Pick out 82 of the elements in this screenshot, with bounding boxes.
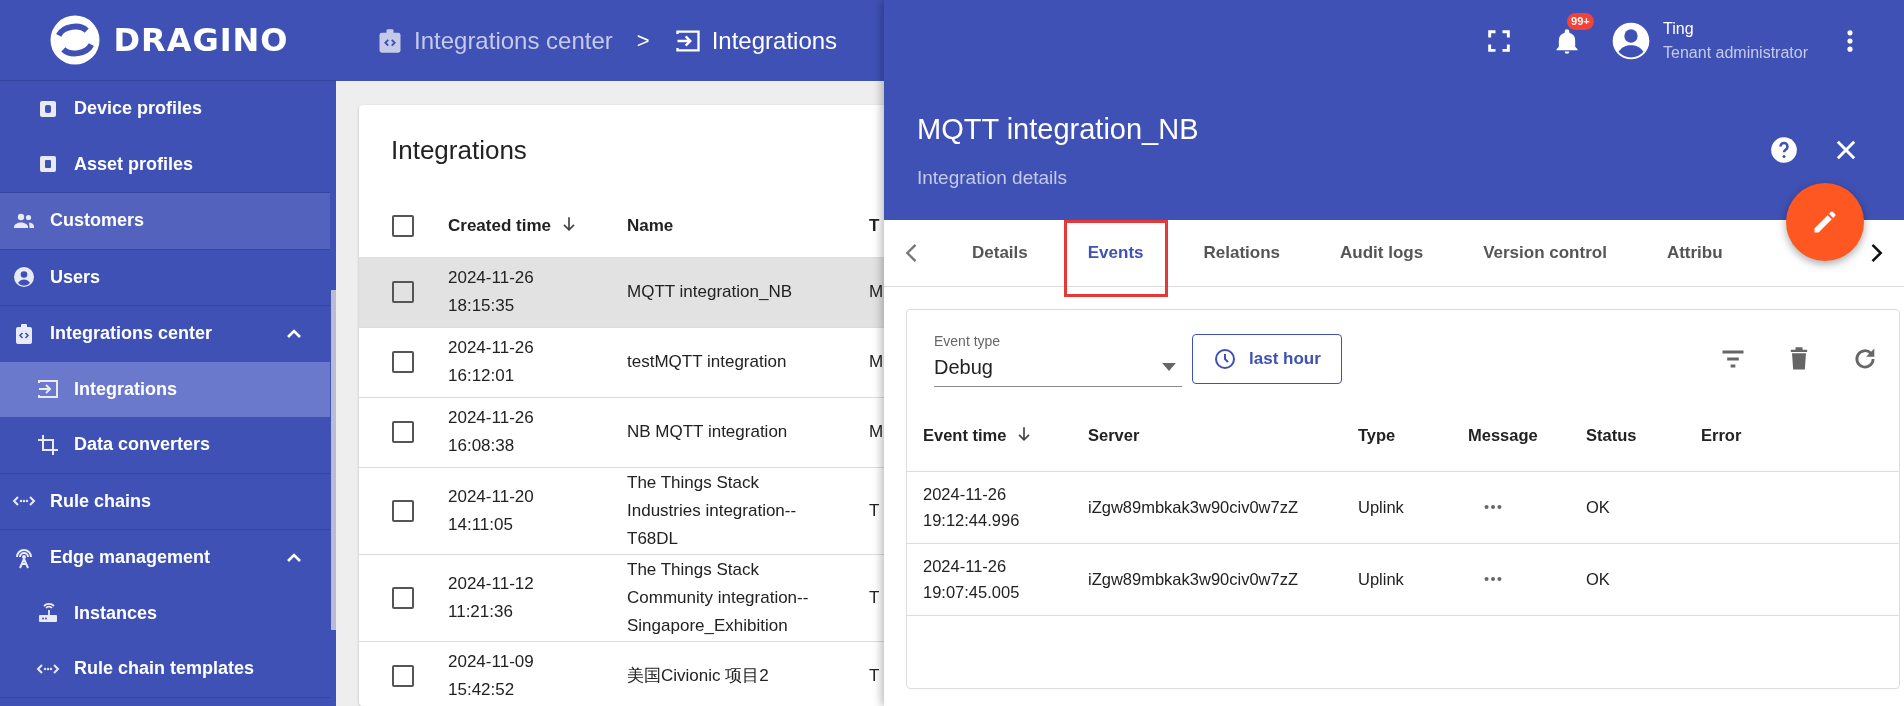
table-cell-text: 2024-11-09 15:42:52	[448, 651, 535, 701]
column-header[interactable]: Server	[1088, 426, 1140, 445]
table-cell: M	[869, 422, 884, 441]
sidebar-item[interactable]: Device profiles	[0, 81, 330, 137]
breadcrumb-current: Integrations	[711, 25, 838, 56]
table-cell-text: 2024-11-26 16:12:01	[448, 337, 535, 387]
checkbox[interactable]	[392, 586, 414, 609]
column-header[interactable]: Error	[1701, 426, 1742, 445]
tab[interactable]: Attribu	[1642, 219, 1747, 287]
tab[interactable]: Version control	[1459, 219, 1631, 287]
sidebar-item[interactable]: Instances	[0, 585, 330, 641]
column-header[interactable]: Name	[627, 215, 674, 235]
checkbox[interactable]	[392, 351, 414, 373]
table-cell: The Things Stack Community integration-- Singapore_Exhibition	[627, 559, 809, 635]
card-title: Integrations	[391, 135, 527, 165]
checkbox[interactable]	[392, 499, 414, 522]
clock-icon	[1213, 346, 1237, 371]
sidebar-item[interactable]: Data converters	[0, 417, 330, 473]
sidebar-item[interactable]: Rule chains	[0, 473, 330, 529]
tab[interactable]: Relations	[1179, 219, 1305, 287]
table-cell: Uplink	[1358, 570, 1404, 588]
table-cell: Uplink	[1358, 498, 1404, 516]
sidebar-item[interactable]: Integrations center	[0, 306, 330, 362]
table-row[interactable]: 2024-11-26 16:08:38 NB MQTT integration M	[359, 397, 884, 467]
table-row[interactable]: 2024-11-26 18:15:35 MQTT integration_NB M	[359, 257, 884, 327]
column-header[interactable]: Message	[1468, 426, 1538, 445]
sidebar-item[interactable]: Users	[0, 249, 330, 305]
table-cell: T	[869, 587, 880, 607]
help-icon[interactable]	[1770, 136, 1798, 164]
table-cell-text: 2024-11-26 16:08:38	[448, 407, 535, 457]
tab[interactable]: Details	[948, 219, 1052, 287]
logo[interactable]: DRAGINO	[0, 0, 336, 81]
column-header[interactable]: Event time	[923, 426, 1007, 445]
table-cell: 美国Civionic 项目2	[627, 666, 769, 685]
time-window-button[interactable]: last hour	[1192, 333, 1342, 384]
table-cell: iZgw89mbkak3w90civ0w7zZ	[1088, 570, 1298, 588]
sidebar-item[interactable]: Integrations	[0, 361, 330, 417]
column-header[interactable]: T	[869, 215, 880, 235]
checkbox[interactable]	[392, 281, 414, 303]
breadcrumb-link[interactable]: Integrations center	[414, 22, 613, 59]
table-cell: The Things Stack Industries integration-- T68DL	[627, 472, 797, 548]
table-cell: NB MQTT integration	[627, 422, 788, 441]
checkbox[interactable]	[392, 665, 414, 687]
table-cell-text: 2024-11-26 19:12:44.996	[923, 484, 1021, 531]
table-cell: M	[869, 282, 884, 301]
table-cell: OK	[1586, 498, 1610, 516]
table-cell: T	[869, 500, 880, 520]
checkbox[interactable]	[392, 214, 414, 237]
crop-icon	[36, 432, 60, 457]
sidebar-item[interactable]: Edge management	[0, 530, 330, 586]
panel-title: MQTT integration_NB	[917, 112, 1199, 147]
table-cell: testMQTT integration	[627, 352, 787, 371]
field-label: Event type	[934, 331, 1002, 351]
sidebar-item[interactable]: Customers	[0, 193, 330, 249]
avatar-icon[interactable]	[1611, 20, 1652, 61]
table-cell-text: 2024-11-20 14:11:05	[448, 485, 535, 536]
table-row[interactable]: 2024-11-26 16:12:01 testMQTT integration M	[359, 327, 884, 397]
table-cell: T	[869, 666, 880, 685]
dropdown-caret-icon	[1162, 362, 1176, 371]
field-value: Debug	[934, 354, 993, 380]
table-cell: OK	[1586, 570, 1610, 588]
table-cell-text: 2024-11-26 18:15:35	[448, 267, 535, 317]
column-header[interactable]: Type	[1358, 426, 1396, 445]
panel-subtitle: Integration details	[917, 165, 1067, 190]
column-header[interactable]: Created time	[448, 215, 551, 235]
sidebar-item[interactable]: Rule chain templates	[0, 641, 330, 697]
checkbox[interactable]	[392, 421, 414, 443]
tab[interactable]: Audit logs	[1316, 219, 1448, 287]
column-header[interactable]: Status	[1586, 426, 1637, 445]
user-circle-icon	[12, 265, 36, 290]
table-cell-text: 2024-11-26 19:07:45.005	[923, 556, 1021, 603]
breadcrumb-separator: >	[636, 27, 650, 55]
user-name: Ting	[1663, 18, 1695, 39]
table-cell-text: 2024-11-12 11:21:36	[448, 572, 535, 623]
tab[interactable]: Events	[1063, 219, 1168, 297]
table-cell: iZgw89mbkak3w90civ0w7zZ	[1088, 498, 1298, 516]
scrollbar[interactable]	[331, 290, 336, 630]
sidebar-item[interactable]: Asset profiles	[0, 136, 330, 192]
edit-button[interactable]	[1786, 183, 1864, 261]
user-role: Tenant administrator	[1663, 42, 1808, 63]
table-cell: M	[869, 352, 884, 371]
table-cell: MQTT integration_NB	[627, 282, 793, 301]
